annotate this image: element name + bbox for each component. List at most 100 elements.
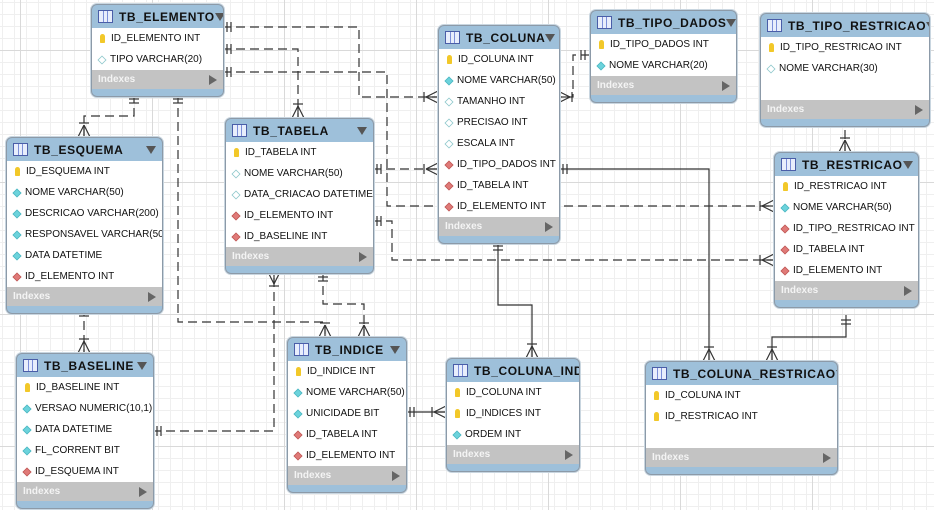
table-header[interactable]: TB_TABELA: [226, 119, 373, 142]
er-diagram-canvas[interactable]: TB_ELEMENTO ID_ELEMENTO INT TIPO VARCHAR(2…: [0, 0, 934, 510]
table-header[interactable]: TB_INDICE: [288, 338, 406, 361]
expand-arrow-icon[interactable]: [148, 291, 156, 302]
column-row[interactable]: ID_TIPO_RESTRICAO INT: [775, 218, 918, 239]
table-header[interactable]: TB_ESQUEMA: [7, 138, 162, 161]
column-row[interactable]: ID_INDICE INT: [288, 361, 406, 382]
column-row[interactable]: ID_TABELA INT: [288, 424, 406, 445]
expand-arrow-icon[interactable]: [722, 80, 730, 91]
column-row[interactable]: DATA_CRIACAO DATETIME: [226, 184, 373, 205]
indexes-section[interactable]: Indexes: [646, 448, 837, 467]
collapse-caret-icon[interactable]: [835, 369, 837, 378]
column-row[interactable]: ID_ELEMENTO INT: [775, 260, 918, 281]
collapse-caret-icon[interactable]: [214, 12, 223, 21]
column-row[interactable]: TAMANHO INT: [439, 91, 559, 112]
collapse-caret-icon[interactable]: [137, 361, 147, 370]
table-tb-esquema[interactable]: TB_ESQUEMA ID_ESQUEMA INT NOME VARCHAR(50)…: [6, 137, 163, 314]
column-row[interactable]: FL_CORRENT BIT: [17, 440, 153, 461]
expand-arrow-icon[interactable]: [904, 285, 912, 296]
column-row[interactable]: ID_ELEMENTO INT: [288, 445, 406, 466]
table-tb-baseline[interactable]: TB_BASELINE ID_BASELINE INT VERSAO NUMERIC…: [16, 353, 154, 509]
table-tb-elemento[interactable]: TB_ELEMENTO ID_ELEMENTO INT TIPO VARCHAR(2…: [91, 4, 224, 97]
column-row[interactable]: ID_INDICES INT: [447, 403, 579, 424]
expand-arrow-icon[interactable]: [565, 449, 573, 460]
column-row[interactable]: PRECISAO INT: [439, 112, 559, 133]
table-header[interactable]: TB_BASELINE: [17, 354, 153, 377]
column-row[interactable]: UNICIDADE BIT: [288, 403, 406, 424]
column-row[interactable]: ID_ELEMENTO INT: [226, 205, 373, 226]
column-row[interactable]: DATA DATETIME: [7, 245, 162, 266]
table-header[interactable]: TB_COLUNA_RESTRICAO: [646, 362, 837, 385]
column-row[interactable]: ID_ELEMENTO INT: [7, 266, 162, 287]
table-tb-tipo-restricao[interactable]: TB_TIPO_RESTRICAO ID_TIPO_RESTRICAO INT NO…: [760, 13, 930, 127]
identifying-relationship[interactable]: [497, 241, 533, 358]
column-row[interactable]: VERSAO NUMERIC(10,1): [17, 398, 153, 419]
expand-arrow-icon[interactable]: [823, 452, 831, 463]
table-tb-tipo-dados[interactable]: TB_TIPO_DADOS ID_TIPO_DADOS INT NOME VARCH…: [590, 10, 737, 103]
column-row[interactable]: ID_ELEMENTO INT: [92, 28, 223, 49]
column-row[interactable]: ID_COLUNA INT: [646, 385, 837, 406]
indexes-section[interactable]: Indexes: [288, 466, 406, 485]
indexes-section[interactable]: Indexes: [439, 217, 559, 236]
column-row[interactable]: NOME VARCHAR(30): [761, 58, 929, 79]
indexes-section[interactable]: Indexes: [17, 482, 153, 501]
column-row[interactable]: ID_TABELA INT: [439, 175, 559, 196]
indexes-section[interactable]: Indexes: [7, 287, 162, 306]
collapse-caret-icon[interactable]: [902, 160, 913, 169]
collapse-caret-icon[interactable]: [726, 18, 736, 27]
column-row[interactable]: ID_TIPO_DADOS INT: [439, 154, 559, 175]
column-row[interactable]: NOME VARCHAR(50): [7, 182, 162, 203]
column-row[interactable]: ID_RESTRICAO INT: [646, 406, 837, 427]
column-row[interactable]: ID_BASELINE INT: [17, 377, 153, 398]
column-row[interactable]: ID_COLUNA INT: [447, 382, 579, 403]
non-identifying-relationship[interactable]: [83, 94, 135, 137]
column-row[interactable]: ID_BASELINE INT: [226, 226, 373, 247]
collapse-caret-icon[interactable]: [390, 345, 400, 354]
identifying-relationship[interactable]: [558, 168, 710, 361]
column-row[interactable]: NOME VARCHAR(50): [288, 382, 406, 403]
table-tb-coluna-restricao[interactable]: TB_COLUNA_RESTRICAO ID_COLUNA INT ID_RESTR…: [645, 361, 838, 475]
column-row[interactable]: NOME VARCHAR(50): [439, 70, 559, 91]
expand-arrow-icon[interactable]: [545, 221, 553, 232]
column-row[interactable]: ESCALA INT: [439, 133, 559, 154]
non-identifying-relationship[interactable]: [322, 272, 365, 337]
column-row[interactable]: NOME VARCHAR(50): [226, 163, 373, 184]
non-identifying-relationship[interactable]: [372, 220, 774, 261]
identifying-relationship[interactable]: [771, 315, 847, 361]
table-header[interactable]: TB_ELEMENTO: [92, 5, 223, 28]
indexes-section[interactable]: Indexes: [447, 445, 579, 464]
collapse-caret-icon[interactable]: [357, 126, 367, 135]
expand-arrow-icon[interactable]: [209, 74, 217, 85]
expand-arrow-icon[interactable]: [359, 251, 367, 262]
expand-arrow-icon[interactable]: [915, 104, 923, 115]
table-tb-coluna[interactable]: TB_COLUNA ID_COLUNA INT NOME VARCHAR(50) TA…: [438, 25, 560, 244]
table-header[interactable]: TB_RESTRICAO: [775, 153, 918, 176]
column-row[interactable]: ID_TIPO_DADOS INT: [591, 34, 736, 55]
table-tb-indice[interactable]: TB_INDICE ID_INDICE INT NOME VARCHAR(50) UN…: [287, 337, 407, 493]
column-row[interactable]: ID_ESQUEMA INT: [17, 461, 153, 482]
non-identifying-relationship[interactable]: [222, 26, 438, 98]
table-tb-tabela[interactable]: TB_TABELA ID_TABELA INT NOME VARCHAR(50) DA…: [225, 118, 374, 274]
column-row[interactable]: ID_RESTRICAO INT: [775, 176, 918, 197]
column-row[interactable]: ID_ESQUEMA INT: [7, 161, 162, 182]
column-row[interactable]: ID_TABELA INT: [226, 142, 373, 163]
column-row[interactable]: NOME VARCHAR(20): [591, 55, 736, 76]
collapse-caret-icon[interactable]: [146, 145, 156, 154]
column-row[interactable]: ID_ELEMENTO INT: [439, 196, 559, 217]
table-tb-coluna-indices[interactable]: TB_COLUNA_INDICES ID_COLUNA INT ID_INDICES…: [446, 358, 580, 472]
collapse-caret-icon[interactable]: [926, 21, 929, 30]
indexes-section[interactable]: Indexes: [775, 281, 918, 300]
table-header[interactable]: TB_COLUNA_INDICES: [447, 359, 579, 382]
non-identifying-relationship[interactable]: [152, 272, 275, 432]
table-header[interactable]: TB_TIPO_RESTRICAO: [761, 14, 929, 37]
table-tb-restricao[interactable]: TB_RESTRICAO ID_RESTRICAO INT NOME VARCHAR…: [774, 152, 919, 308]
table-header[interactable]: TB_TIPO_DADOS: [591, 11, 736, 34]
column-row[interactable]: ID_TIPO_RESTRICAO INT: [761, 37, 929, 58]
non-identifying-relationship[interactable]: [222, 48, 299, 118]
indexes-section[interactable]: Indexes: [92, 70, 223, 89]
non-identifying-relationship[interactable]: [558, 54, 590, 98]
column-row[interactable]: RESPONSAVEL VARCHAR(50): [7, 224, 162, 245]
collapse-caret-icon[interactable]: [545, 33, 556, 42]
column-row[interactable]: TIPO VARCHAR(20): [92, 49, 223, 70]
column-row[interactable]: ID_COLUNA INT: [439, 49, 559, 70]
expand-arrow-icon[interactable]: [139, 486, 147, 497]
